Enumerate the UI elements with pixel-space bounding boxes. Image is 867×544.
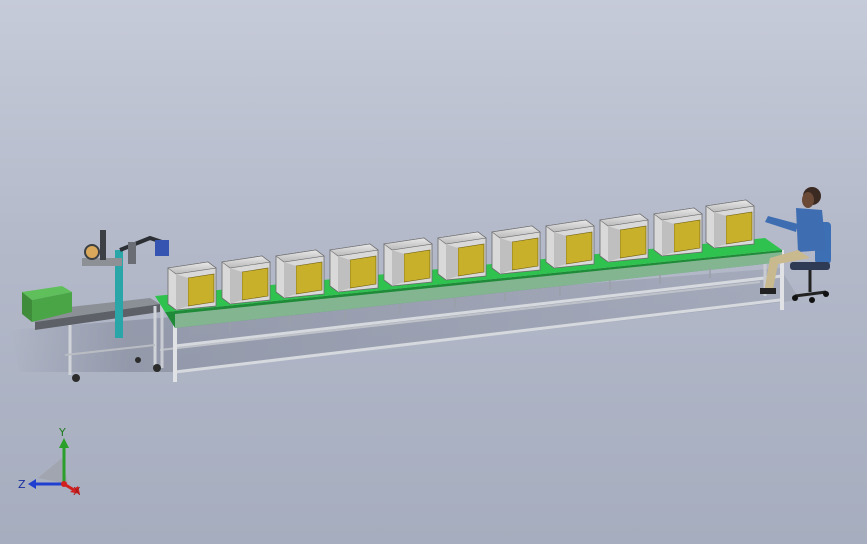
bin[interactable] (383, 237, 433, 287)
y-axis-label: Y (58, 426, 66, 439)
bin[interactable] (653, 207, 703, 257)
bin[interactable] (275, 249, 325, 299)
bin[interactable] (491, 225, 541, 275)
bin[interactable] (705, 199, 755, 249)
bin[interactable] (437, 231, 487, 281)
z-axis-arrow (28, 479, 36, 489)
bin[interactable] (545, 219, 595, 269)
bin[interactable] (599, 213, 649, 263)
cad-viewport[interactable]: Y Z X (0, 0, 867, 544)
bin[interactable] (221, 255, 271, 305)
x-axis-label: X (73, 485, 81, 498)
bin[interactable] (329, 243, 379, 293)
y-axis-arrow (59, 438, 69, 448)
bin[interactable] (167, 261, 217, 311)
axis-triad[interactable]: Y Z X (18, 426, 81, 498)
assembly-model[interactable]: Y Z X (0, 0, 867, 544)
z-axis-label: Z (18, 478, 26, 491)
